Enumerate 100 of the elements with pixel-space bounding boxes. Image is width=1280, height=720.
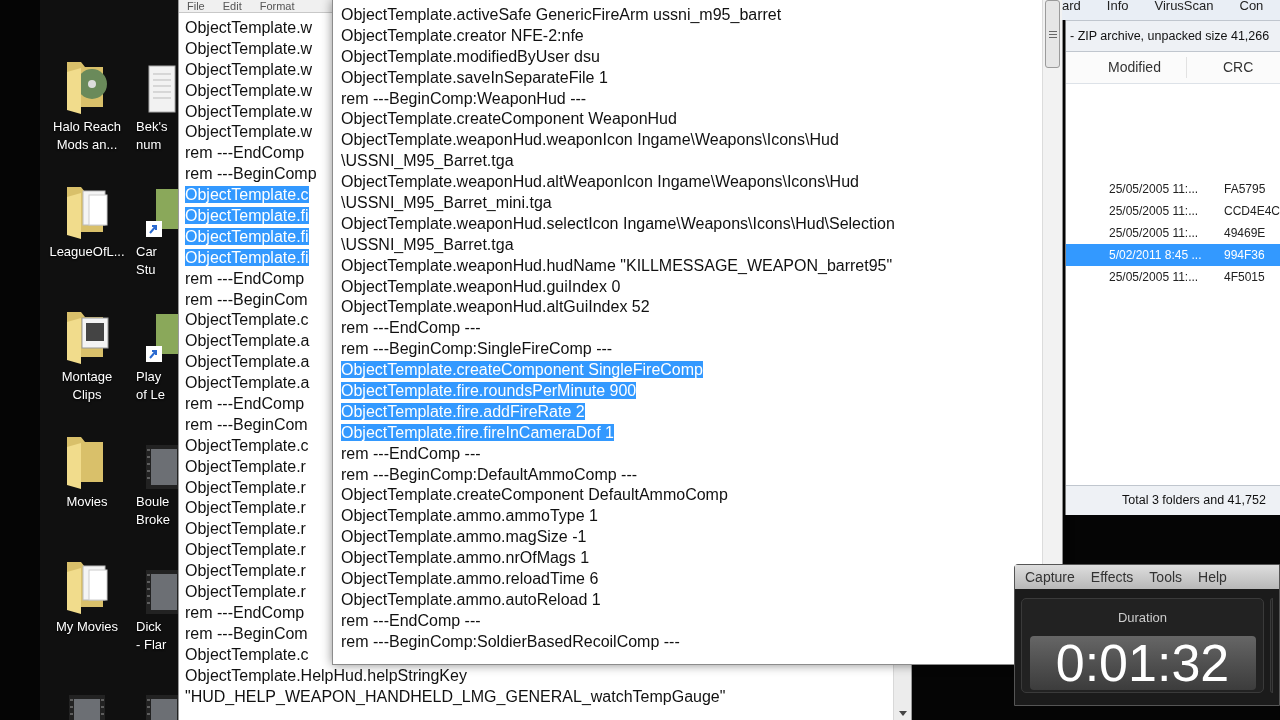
- table-cell: FA5795: [1224, 182, 1266, 197]
- text-line: rem ---EndComp ---: [341, 611, 481, 629]
- text-line: ObjectTemplate.HelpHud.helpStringKey: [185, 666, 467, 684]
- text-line: ObjectTemplate.w: [185, 60, 313, 78]
- menu-item[interactable]: Effects: [1090, 566, 1134, 588]
- text-line: "HUD_HELP_WEAPON_HANDHELD_LMG_GENERAL_watchTempGauge": [185, 687, 726, 705]
- text-line: rem ---BeginComp:DefaultAmmoComp ---: [341, 465, 638, 483]
- icon-label: My Movies: [55, 618, 119, 636]
- menu-item[interactable]: Help: [1198, 566, 1227, 588]
- text-line: rem ---EndComp: [185, 603, 305, 621]
- document-icon[interactable]: [146, 64, 176, 114]
- text-line: rem ---EndComp: [185, 144, 305, 162]
- text-line: ObjectTemplate.ammo.ammoType 1: [341, 507, 598, 525]
- icon-label: Boule: [136, 493, 170, 511]
- icon-label: Play: [136, 368, 162, 386]
- table-cell: 25/05/2005 11:...: [1109, 226, 1199, 241]
- table-cell: 49469E: [1224, 226, 1266, 241]
- text-line: ObjectTemplate.weaponHud.guiIndex 0: [341, 277, 621, 295]
- text-line: ObjectTemplate.saveInSeparateFile 1: [341, 68, 608, 86]
- text-line: ObjectTemplate.ammo.autoReload 1: [341, 590, 601, 608]
- file-row[interactable]: 25/05/2005 11:... FA5795: [1066, 178, 1280, 200]
- text-line: ObjectTemplate.weaponHud.hudName "KILLMESSAGE_WEAPON_barret95": [341, 256, 893, 274]
- text-line: ObjectTemplate.weaponHud.selectIcon Ingame\Weapons\Icons\Hud\Selection: [341, 214, 895, 232]
- table-cell: CCD4E4C: [1224, 204, 1280, 219]
- text-line: ObjectTemplate.c: [185, 645, 309, 663]
- text-line: rem ---EndComp: [185, 269, 305, 287]
- text-line: ObjectTemplate.weaponHud.altWeaponIcon Ingame\Weapons\Icons\Hud: [341, 173, 859, 191]
- text-line: rem ---BeginCom: [185, 415, 308, 433]
- table-cell: 25/05/2005 11:...: [1109, 270, 1199, 285]
- text-line: ObjectTemplate.ammo.magSize -1: [341, 528, 587, 546]
- text-line: ObjectTemplate.c: [185, 436, 309, 454]
- table-cell: 5/02/2011 8:45 ...: [1109, 248, 1202, 263]
- text-line: rem ---BeginComp: [185, 165, 317, 183]
- icon-label: Halo Reach: [53, 118, 121, 136]
- text-line: ObjectTemplate.ammo.reloadTime 6: [341, 570, 599, 588]
- icon-label: num: [136, 136, 162, 154]
- text-line: ObjectTemplate.weaponHud.altGuiIndex 52: [341, 298, 650, 316]
- text-line: ObjectTemplate.createComponent DefaultAmmoComp: [341, 486, 728, 504]
- text-line: ObjectTemplate.r: [185, 499, 306, 517]
- text-line: \USSNI_M95_Barret.tga: [341, 235, 514, 253]
- column-header[interactable]: CRC: [1186, 57, 1280, 78]
- text-line: ObjectTemplate.r: [185, 583, 306, 601]
- file-row[interactable]: 25/05/2005 11:... 49469E: [1066, 222, 1280, 244]
- text-line: ObjectTemplate.a: [185, 374, 310, 392]
- menu-item[interactable]: Edit: [222, 1, 242, 12]
- duration-label: Duration: [1117, 609, 1168, 627]
- text-line: rem ---EndComp ---: [341, 444, 481, 462]
- video-icon[interactable]: [146, 445, 178, 489]
- scroll-down-arrow-icon[interactable]: [898, 711, 907, 716]
- shortcut-icon[interactable]: [146, 189, 178, 239]
- text-line: rem ---BeginCom: [185, 290, 308, 308]
- file-row[interactable]: 25/05/2005 11:... 4F5015: [1066, 266, 1280, 288]
- menu-item[interactable]: File: [187, 1, 205, 12]
- toolbar-button[interactable]: Con: [1239, 0, 1264, 12]
- toolbar-button[interactable]: VirusScan: [1154, 0, 1214, 12]
- icon-label: Broke: [136, 511, 170, 529]
- toolbar-button[interactable]: ard: [1062, 0, 1081, 12]
- file-row[interactable]: 25/05/2005 11:... CCD4E4C: [1066, 200, 1280, 222]
- menu-item[interactable]: Tools: [1149, 566, 1183, 588]
- text-line: ObjectTemplate.r: [185, 457, 306, 475]
- icon-label: Dick: [136, 618, 162, 636]
- text-line: ObjectTemplate.r: [185, 562, 306, 580]
- icon-label: Movies: [66, 493, 108, 511]
- text-line: ObjectTemplate.r: [185, 541, 306, 559]
- grip-icon: [1048, 30, 1057, 38]
- icon-label: Clips: [72, 386, 102, 404]
- text-line: rem ---BeginComp:SoldierBasedRecoilComp ---: [341, 632, 680, 650]
- icon-label: Montage: [61, 368, 113, 386]
- text-line: ObjectTemplate.w: [185, 102, 313, 120]
- text-line: ObjectTemplate.r: [185, 520, 306, 538]
- text-line: \USSNI_M95_Barret_mini.tga: [341, 194, 552, 211]
- icon-label: Bek's: [136, 118, 168, 136]
- text-line: ObjectTemplate.activeSafe GenericFireArm ussni_m95_barret: [341, 6, 782, 23]
- text-line: ObjectTemplate.c: [185, 311, 309, 329]
- text-line: ObjectTemplate.w: [185, 39, 313, 57]
- text-line: rem ---BeginComp:WeaponHud ---: [341, 89, 587, 107]
- icon-label: LeagueOfL...: [49, 243, 125, 261]
- menu-item[interactable]: Format: [259, 1, 295, 12]
- icon-label: Stu: [136, 261, 156, 279]
- text-line: ObjectTemplate.w: [185, 19, 313, 36]
- text-line: ObjectTemplate.modifiedByUser dsu: [341, 47, 600, 65]
- table-cell: 25/05/2005 11:...: [1109, 204, 1199, 219]
- column-header[interactable]: Modified: [1066, 57, 1186, 78]
- archive-info: - ZIP archive, unpacked size 41,266: [1069, 27, 1270, 45]
- text-line: ObjectTemplate.w: [185, 123, 313, 141]
- icon-label: Car: [136, 243, 157, 261]
- menu-item[interactable]: Capture: [1025, 566, 1075, 588]
- text-line: ObjectTemplate.a: [185, 332, 310, 350]
- text-line: rem ---BeginCom: [185, 624, 308, 642]
- shortcut-icon[interactable]: [146, 314, 178, 364]
- text-line: ObjectTemplate.w: [185, 81, 313, 99]
- text-line: ObjectTemplate.r: [185, 478, 306, 496]
- toolbar-button[interactable]: Info: [1106, 0, 1129, 12]
- text-line: ObjectTemplate.a: [185, 353, 310, 371]
- text-line: rem ---BeginComp:SingleFireComp ---: [341, 340, 613, 358]
- scroll-thumb[interactable]: [1045, 0, 1060, 68]
- video-icon[interactable]: [146, 570, 178, 614]
- duration-time: 0:01:32: [1029, 635, 1256, 690]
- text-line: ObjectTemplate.createComponent WeaponHud: [341, 110, 677, 128]
- text-line: \USSNI_M95_Barret.tga: [341, 152, 514, 170]
